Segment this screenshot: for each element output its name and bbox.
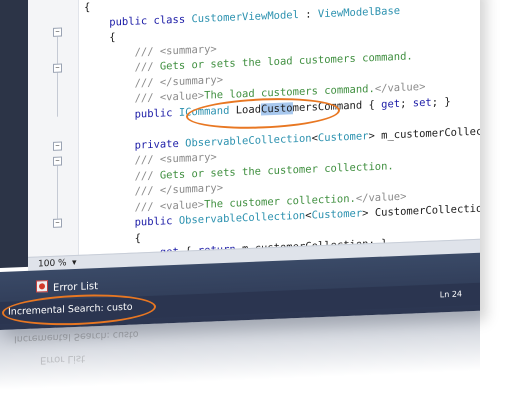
code-token: <value> xyxy=(159,89,205,104)
code-token: Customer xyxy=(311,207,363,222)
line-position: Ln 24 xyxy=(439,289,462,300)
code-token: ; xyxy=(400,96,413,110)
code-token: { xyxy=(84,31,116,45)
code-token: public class xyxy=(84,12,192,30)
ide-window: − − − − − { public class CustomerViewMod… xyxy=(0,0,480,330)
code-token: /// xyxy=(84,45,160,61)
code-token: : xyxy=(298,7,318,21)
fold-guide xyxy=(57,165,58,226)
screenshot-scene: − − − − − { public class CustomerViewMod… xyxy=(0,0,512,400)
reflection-status-text: Incremental Search: custo xyxy=(14,328,139,345)
code-token: </value> xyxy=(355,190,407,205)
code-token: </summary> xyxy=(159,182,224,197)
code-token: <summary> xyxy=(159,42,217,58)
code-token: /// xyxy=(84,60,160,76)
code-token: </summary> xyxy=(159,73,224,89)
code-token: private xyxy=(84,137,186,154)
fold-collapse-icon[interactable]: − xyxy=(53,156,62,166)
reflection-error-list-text: Error List xyxy=(40,352,86,366)
code-token: /// xyxy=(84,169,160,185)
code-token: ViewModelBase xyxy=(317,4,401,20)
code-token: ; } xyxy=(431,95,451,109)
code-token: ObservableCollection xyxy=(178,209,306,227)
error-list-icon xyxy=(36,280,48,293)
fold-collapse-icon[interactable]: − xyxy=(53,27,62,37)
error-list-label: Error List xyxy=(53,281,99,294)
code-token: > CustomerCollection xyxy=(362,202,480,220)
code-token: <summary> xyxy=(159,151,217,166)
code-token: set xyxy=(412,96,432,109)
code-token: /// xyxy=(84,184,160,200)
code-token: ObservableCollection xyxy=(185,131,312,150)
code-editor[interactable]: − − − − − { public class CustomerViewMod… xyxy=(0,0,480,268)
code-token: Customer xyxy=(317,129,369,144)
code-token: public xyxy=(84,106,179,123)
code-token: /// xyxy=(84,76,160,92)
editor-gutter: − − − − − xyxy=(28,0,79,267)
fold-collapse-icon[interactable]: − xyxy=(53,218,62,228)
code-token: get xyxy=(381,97,401,111)
code-token: /// xyxy=(84,153,160,169)
code-token: /// xyxy=(84,91,160,107)
code-token: <value> xyxy=(159,198,205,213)
fold-guide xyxy=(57,36,58,117)
code-token: </value> xyxy=(374,80,426,95)
fold-collapse-icon[interactable]: − xyxy=(53,141,62,151)
code-token: { xyxy=(84,231,141,247)
code-text[interactable]: { public class CustomerViewModel : ViewM… xyxy=(84,0,480,268)
code-token: CustomerViewModel xyxy=(191,8,299,25)
code-token: /// xyxy=(84,200,160,216)
code-token: public xyxy=(84,214,179,231)
code-token: { xyxy=(84,1,91,14)
fold-collapse-icon[interactable]: − xyxy=(53,63,62,73)
